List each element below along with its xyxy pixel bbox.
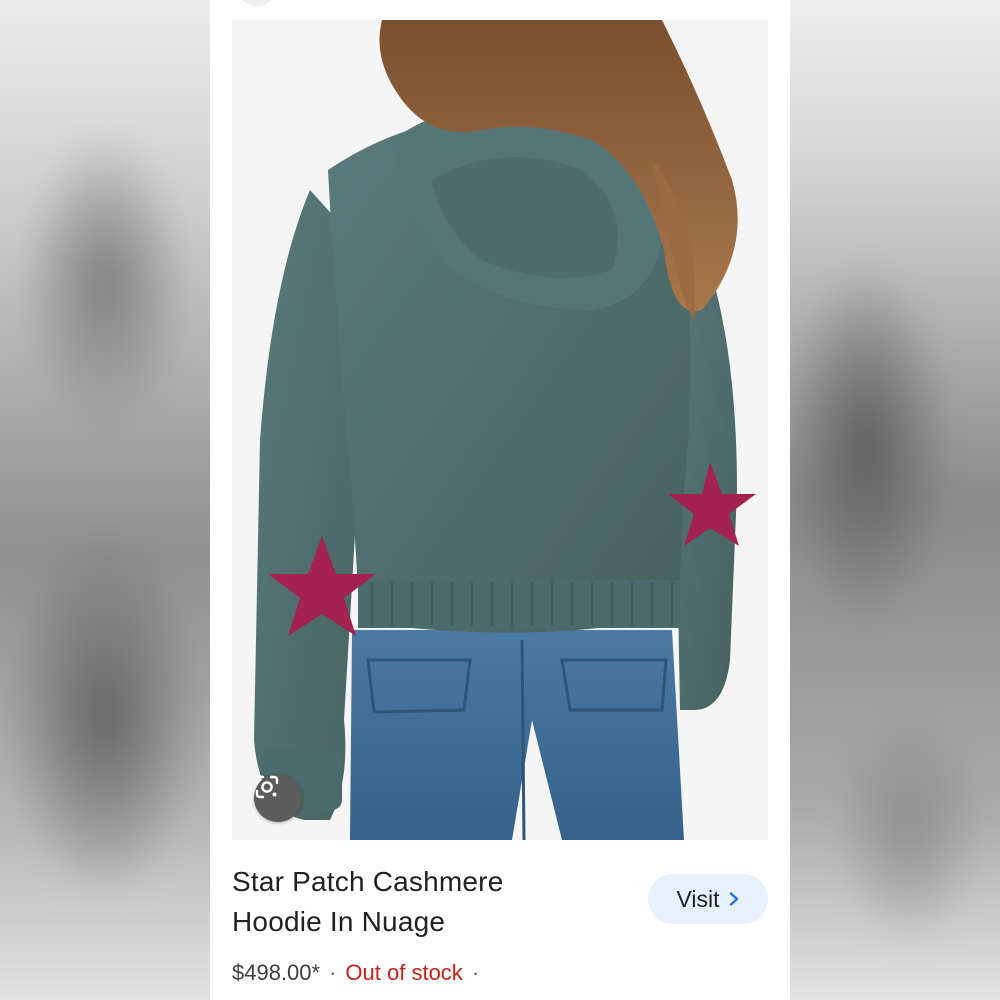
product-title-line2: Hoodie In Nuage [232, 906, 446, 937]
top-indicator [238, 0, 276, 6]
google-lens-icon [255, 775, 279, 799]
separator: · [329, 960, 337, 985]
chevron-right-icon [729, 892, 738, 906]
availability-status: Out of stock [345, 960, 463, 985]
visit-label: Visit [676, 885, 720, 912]
hoodie-photo [232, 20, 768, 840]
price: $498.00* [232, 960, 321, 985]
product-title-line1: Star Patch Cashmere [232, 866, 504, 897]
product-image[interactable] [232, 20, 768, 840]
visit-button[interactable]: Visit [648, 874, 768, 924]
product-title[interactable]: Star Patch Cashmere Hoodie In Nuage [232, 862, 572, 942]
product-card: Star Patch Cashmere Hoodie In Nuage Visi… [210, 0, 790, 1000]
blurred-backdrop-right [790, 0, 1000, 1000]
google-lens-button[interactable] [254, 774, 302, 822]
trailing-separator: · [471, 960, 480, 985]
product-meta: $498.00* · Out of stock · [232, 958, 488, 988]
blurred-backdrop-left [0, 0, 210, 1000]
